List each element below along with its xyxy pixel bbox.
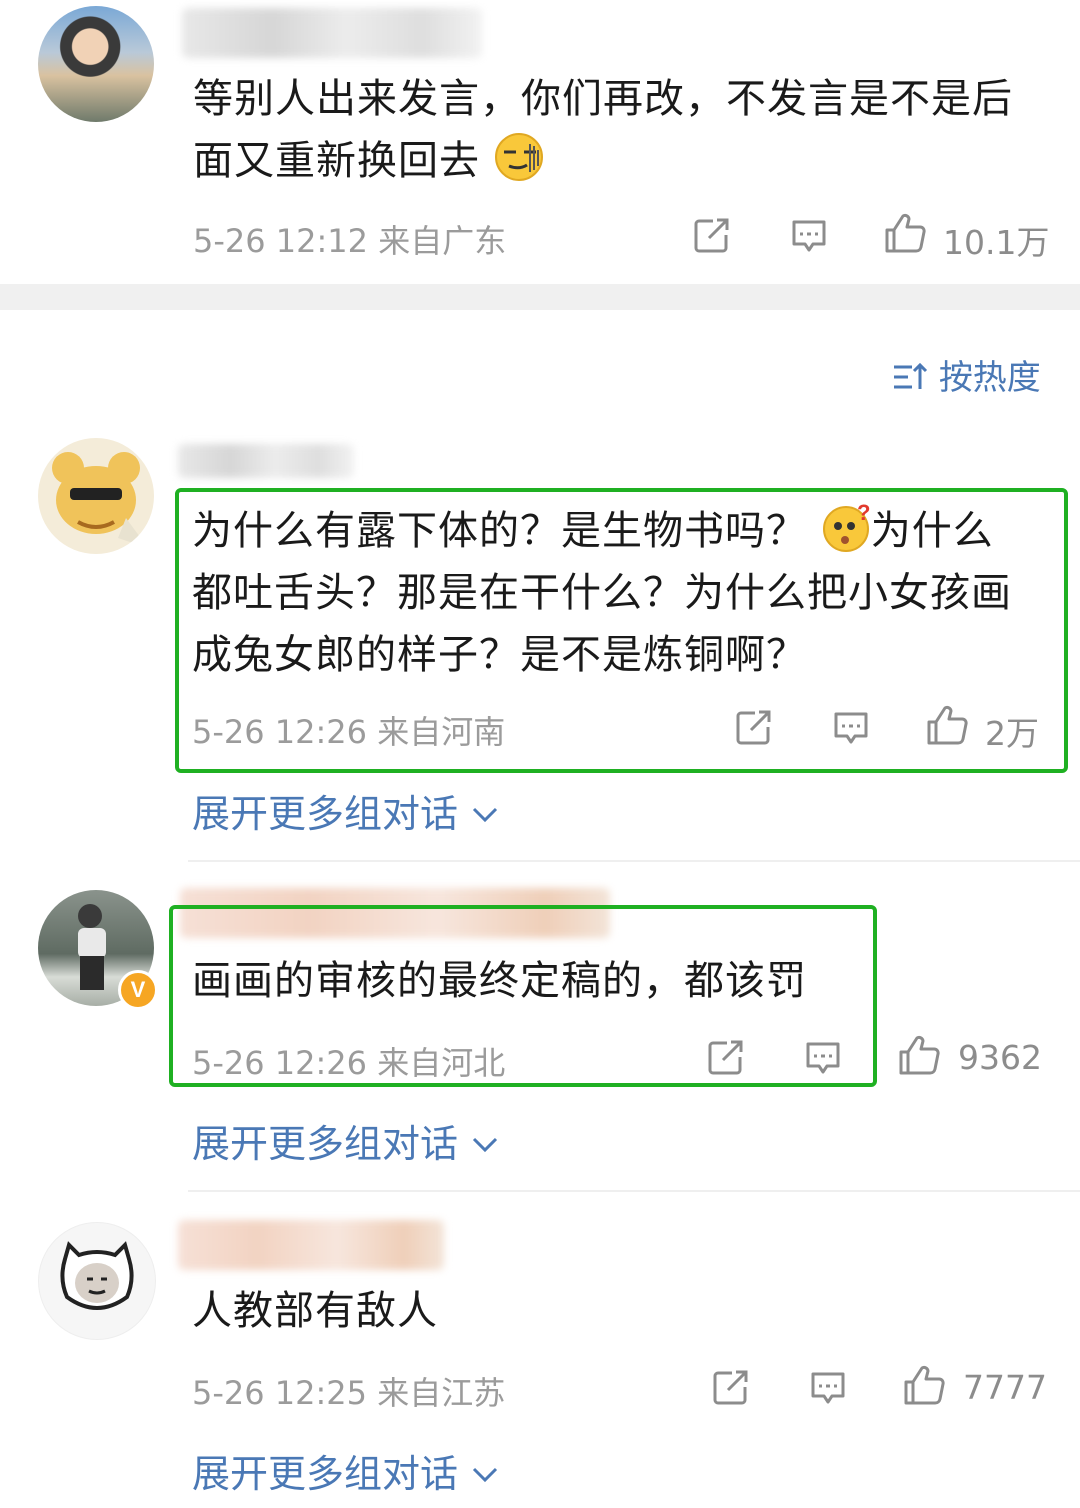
like-icon[interactable] [884, 213, 926, 255]
username-blurred[interactable] [182, 8, 482, 58]
confused-emoji-icon: ? [822, 502, 871, 552]
smirk-emoji-icon [494, 133, 543, 181]
section-separator [0, 284, 1080, 310]
comment-icon[interactable] [809, 1369, 847, 1407]
share-icon[interactable] [693, 217, 731, 255]
comment-icon[interactable] [832, 709, 870, 747]
avatar[interactable] [38, 438, 154, 554]
share-icon[interactable] [735, 709, 773, 747]
like-icon[interactable] [903, 1365, 945, 1407]
cartoon-avatar-icon [52, 452, 148, 548]
share-icon[interactable] [712, 1369, 750, 1407]
like-count: 9362 [958, 1038, 1042, 1077]
comment-meta: 5-26 12:12 来自广东 [193, 222, 507, 260]
comment-text: 等别人出来发言，你们再改，不发言是不是后 面又重新换回去 [193, 76, 1013, 184]
chevron-down-icon [473, 1467, 498, 1483]
like-count: 7777 [963, 1368, 1047, 1407]
like-icon[interactable] [898, 1035, 940, 1077]
comment-meta: 5-26 12:26 来自河南 [192, 713, 506, 751]
divider [188, 860, 1080, 862]
svg-text:?: ? [857, 502, 871, 525]
chevron-down-icon [473, 1137, 498, 1153]
avatar[interactable] [38, 1222, 156, 1340]
comment-text: 人教部有敌人 [192, 1288, 438, 1334]
like-icon[interactable] [926, 705, 968, 747]
comment-text: 为什么有露下体的？是生物书吗？ ? 为什么 都吐舌头？那是在干什么？为什么把小女… [192, 502, 1012, 678]
expand-replies-link[interactable]: 展开更多组对话 [192, 1113, 500, 1168]
username-blurred[interactable] [178, 444, 354, 478]
expand-replies-link[interactable]: 展开更多组对话 [192, 783, 500, 838]
comment-text: 画画的审核的最终定稿的，都该罚 [192, 958, 807, 1004]
username-blurred[interactable] [178, 1220, 444, 1270]
comment-meta: 5-26 12:26 来自河北 [192, 1044, 506, 1082]
comment-meta: 5-26 12:25 来自江苏 [192, 1374, 506, 1412]
cartoon-face-avatar-icon [60, 1241, 134, 1310]
like-count: 2万 [985, 714, 1039, 753]
sort-icon [894, 362, 928, 389]
comment-icon[interactable] [790, 217, 828, 255]
verified-badge: V [118, 970, 158, 1010]
chevron-down-icon [473, 807, 498, 823]
sort-button[interactable]: 按热度 [892, 350, 1041, 399]
comment-icon[interactable] [804, 1039, 842, 1077]
like-count: 10.1万 [943, 223, 1050, 262]
divider [188, 1190, 1080, 1192]
share-icon[interactable] [707, 1039, 745, 1077]
avatar[interactable] [38, 6, 154, 122]
expand-replies-link[interactable]: 展开更多组对话 [192, 1443, 500, 1498]
